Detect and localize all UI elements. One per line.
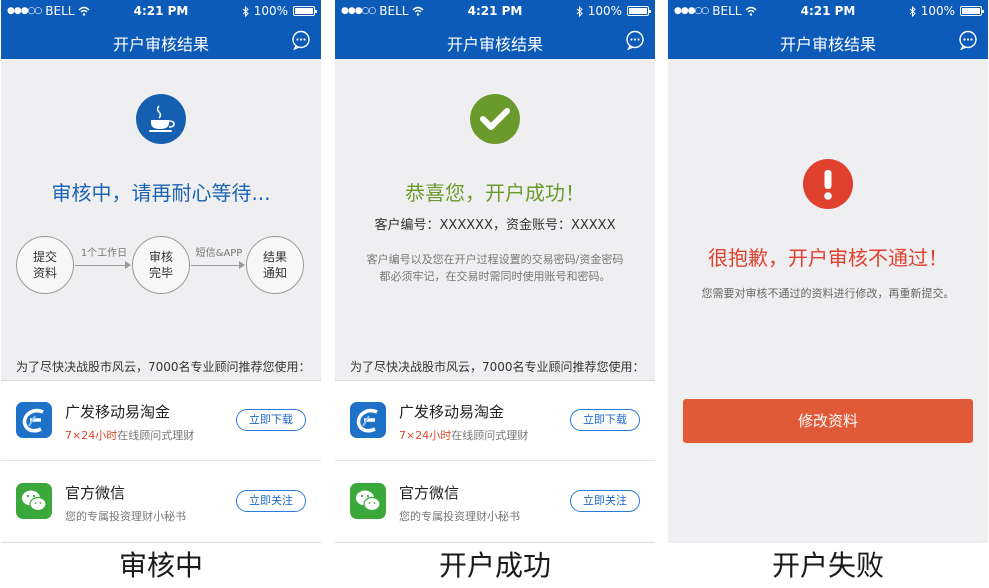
nav-bar: 开户审核结果: [1, 22, 321, 59]
edit-info-button[interactable]: 修改资料: [683, 399, 973, 443]
app-desc-text: 您的专属投资理财小秘书: [399, 510, 520, 523]
arrow-label: 短信&APP: [195, 248, 243, 259]
app-list: 广发移动易淘金 7×24小时在线顾问式理财 立即下载 官方微信 您的专属投资理财…: [1, 380, 321, 543]
battery-percent: 100%: [920, 4, 955, 18]
status-right: 100%: [242, 4, 317, 18]
download-button[interactable]: 立即下载: [570, 409, 640, 431]
app-name: 官方微信: [399, 484, 460, 502]
screen-caption: 审核中: [118, 549, 203, 582]
arrow-label: 1个工作日: [80, 248, 128, 259]
step-notify: 结果通知: [246, 236, 304, 294]
page-title: 开户审核结果: [779, 35, 876, 54]
page-title: 开户审核结果: [446, 35, 543, 54]
battery-icon: [960, 6, 984, 16]
arrow-right-icon: [125, 261, 131, 269]
nav-bar: 开户审核结果: [335, 22, 655, 59]
arrow-line: [191, 265, 241, 266]
stage: ●●●○○ BELL 4:21 PM 100% 开户审核结果 审核中，请再耐心等…: [0, 0, 989, 588]
app-desc-text: 在线顾问式理财: [117, 429, 195, 442]
content-area: 审核中，请再耐心等待... 提交资料 1个工作日 审核完毕 短信&APP 结果通…: [1, 59, 321, 543]
app-desc: 您的专属投资理财小秘书: [65, 508, 186, 524]
phone-screen-reviewing: ●●●○○ BELL 4:21 PM 100% 开户审核结果 审核中，请再耐心等…: [1, 0, 321, 588]
phone-screen-success: ●●●○○ BELL 4:21 PM 100% 开户审核结果 恭喜您，开户成功！…: [335, 0, 655, 588]
status-bar: ●●●○○ BELL 4:21 PM 100%: [1, 0, 321, 22]
battery-percent: 100%: [587, 4, 622, 18]
app-desc-highlight: 7×24小时: [65, 429, 118, 442]
battery-icon: [627, 6, 651, 16]
list-item: 官方微信 您的专属投资理财小秘书 立即关注: [1, 462, 321, 542]
follow-button[interactable]: 立即关注: [236, 490, 306, 512]
wechat-icon: [350, 483, 386, 519]
status-headline: 很抱歉，开户审核不通过！: [708, 246, 948, 270]
notice-line: 客户编号以及您在开户过程设置的交易密码/资金密码: [366, 253, 624, 266]
app-list: 广发移动易淘金 7×24小时在线顾问式理财 立即下载 官方微信 您的专属投资理财…: [335, 380, 655, 543]
content-area: 很抱歉，开户审核不通过！ 您需要对审核不通过的资料进行修改，再重新提交。 修改资…: [668, 59, 988, 543]
list-item: 广发移动易淘金 7×24小时在线顾问式理财 立即下载: [335, 381, 655, 461]
checkmark-icon: [470, 94, 520, 144]
app-desc: 7×24小时在线顾问式理财: [65, 427, 194, 443]
download-button[interactable]: 立即下载: [236, 409, 306, 431]
status-bar: ●●●○○ BELL 4:21 PM 100%: [668, 0, 988, 22]
bluetooth-icon: [576, 5, 583, 17]
customer-info: 客户编号：XXXXXX，资金账号：XXXXX: [374, 218, 616, 233]
app-name: 广发移动易淘金: [65, 403, 171, 421]
step-review: 审核完毕: [132, 236, 190, 294]
battery-percent: 100%: [253, 4, 288, 18]
list-item: 广发移动易淘金 7×24小时在线顾问式理财 立即下载: [1, 381, 321, 461]
status-headline: 审核中，请再耐心等待...: [51, 181, 271, 205]
nav-bar: 开户审核结果: [668, 22, 988, 59]
notice-text: 客户编号以及您在开户过程设置的交易密码/资金密码 都必须牢记，在交易时需同时使用…: [335, 251, 655, 285]
follow-button[interactable]: 立即关注: [570, 490, 640, 512]
notice-line: 都必须牢记，在交易时需同时使用账号和密码。: [379, 270, 611, 283]
app-desc: 7×24小时在线顾问式理财: [399, 427, 528, 443]
screen-caption: 开户成功: [438, 549, 551, 582]
content-area: 恭喜您，开户成功！ 客户编号：XXXXXX，资金账号：XXXXX 客户编号以及您…: [335, 59, 655, 543]
exclamation-icon: [803, 159, 853, 209]
coffee-cup-icon: [136, 94, 186, 144]
app-name: 广发移动易淘金: [399, 403, 505, 421]
status-headline: 恭喜您，开户成功！: [405, 181, 585, 205]
app-desc-highlight: 7×24小时: [399, 429, 452, 442]
gf-logo-icon: [350, 402, 386, 438]
bluetooth-icon: [909, 5, 916, 17]
chat-bubble-icon[interactable]: [291, 30, 311, 50]
gf-logo-icon: [16, 402, 52, 438]
battery-icon: [293, 6, 317, 16]
phone-screen-failure: ●●●○○ BELL 4:21 PM 100% 开户审核结果 很抱歉，开户审核不…: [668, 0, 988, 588]
arrow-right-icon: [239, 261, 245, 269]
arrow-line: [75, 265, 127, 266]
wechat-icon: [16, 483, 52, 519]
step-label: 审核完毕: [148, 250, 173, 280]
page-title: 开户审核结果: [112, 35, 209, 54]
step-label: 提交资料: [32, 250, 57, 280]
app-desc: 您的专属投资理财小秘书: [399, 508, 520, 524]
step-label: 结果通知: [262, 250, 287, 280]
app-desc-text: 您的专属投资理财小秘书: [65, 510, 186, 523]
step-submit: 提交资料: [16, 236, 74, 294]
status-right: 100%: [909, 4, 984, 18]
recommend-text: 为了尽快决战股市风云，7000名专业顾问推荐您使用：: [350, 360, 645, 374]
screen-caption: 开户失败: [771, 549, 884, 582]
app-name: 官方微信: [65, 484, 126, 502]
chat-bubble-icon[interactable]: [958, 30, 978, 50]
recommend-text: 为了尽快决战股市风云，7000名专业顾问推荐您使用：: [16, 360, 311, 374]
bluetooth-icon: [242, 5, 249, 17]
notice-text: 您需要对审核不通过的资料进行修改，再重新提交。: [701, 287, 955, 300]
list-item: 官方微信 您的专属投资理财小秘书 立即关注: [335, 462, 655, 542]
chat-bubble-icon[interactable]: [625, 30, 645, 50]
status-right: 100%: [576, 4, 651, 18]
app-desc-text: 在线顾问式理财: [451, 429, 529, 442]
progress-steps: 提交资料 1个工作日 审核完毕 短信&APP 结果通知: [1, 228, 321, 308]
status-bar: ●●●○○ BELL 4:21 PM 100%: [335, 0, 655, 22]
